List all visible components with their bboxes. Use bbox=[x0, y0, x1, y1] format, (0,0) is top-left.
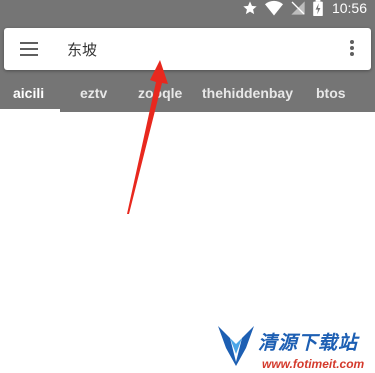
watermark-url: www.fotimeit.com bbox=[262, 357, 365, 371]
watermark-logo bbox=[218, 326, 254, 366]
watermark-title: 清源下载站 bbox=[258, 332, 359, 354]
annotation-arrow bbox=[127, 60, 168, 214]
watermark: 清源下载站 www.fotimeit.com bbox=[212, 320, 372, 373]
